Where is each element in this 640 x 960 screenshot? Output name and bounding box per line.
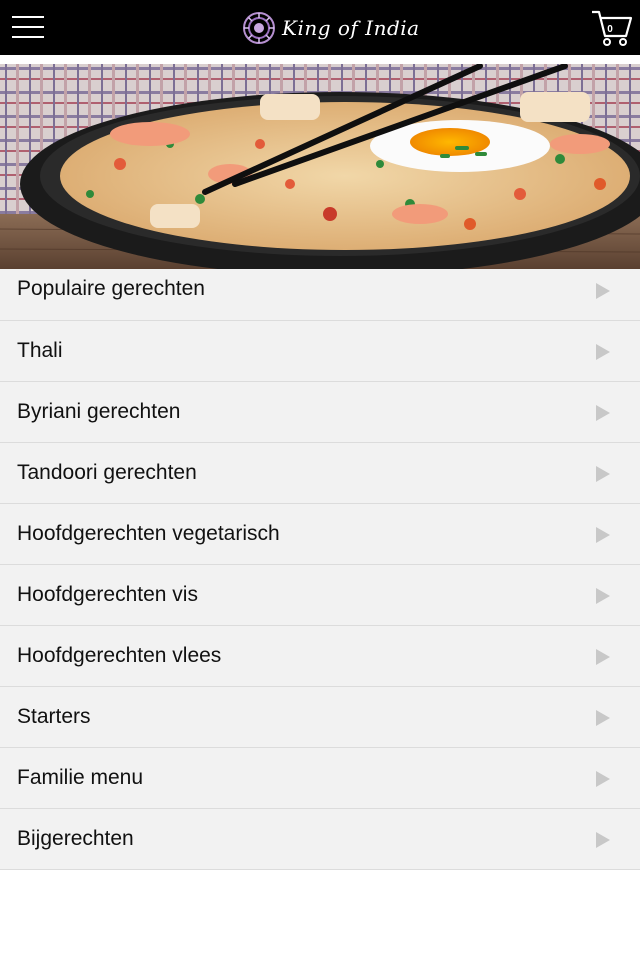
category-item[interactable]: Hoofdgerechten vegetarisch	[0, 504, 640, 565]
category-item[interactable]: Bijgerechten	[0, 809, 640, 870]
category-item[interactable]: Starters	[0, 687, 640, 748]
category-label: Bijgerechten	[17, 827, 134, 850]
category-label: Byriani gerechten	[17, 400, 181, 423]
hamburger-line	[12, 26, 44, 28]
hamburger-line	[12, 36, 44, 38]
chevron-right-icon	[596, 344, 610, 360]
hamburger-line	[12, 16, 44, 18]
chevron-right-icon	[596, 466, 610, 482]
chevron-right-icon	[596, 527, 610, 543]
category-item[interactable]: Populaire gerechten	[0, 269, 640, 321]
category-item[interactable]: Byriani gerechten	[0, 382, 640, 443]
category-item[interactable]: Tandoori gerechten	[0, 443, 640, 504]
hero-image	[0, 64, 640, 269]
category-label: Hoofdgerechten vis	[17, 583, 198, 606]
category-item[interactable]: Hoofdgerechten vlees	[0, 626, 640, 687]
chevron-right-icon	[596, 283, 610, 299]
top-bar: King of India 0	[0, 0, 640, 55]
chevron-right-icon	[596, 832, 610, 848]
category-label: Familie menu	[17, 766, 144, 789]
category-label: Hoofdgerechten vlees	[17, 644, 222, 667]
category-item[interactable]: Thali	[0, 321, 640, 382]
cart-count: 0	[607, 24, 613, 35]
hamburger-menu-button[interactable]	[12, 14, 44, 40]
chevron-right-icon	[596, 588, 610, 604]
category-label: Hoofdgerechten vegetarisch	[17, 522, 280, 545]
brand-name: King of India	[282, 16, 420, 40]
category-item[interactable]: Familie menu	[0, 748, 640, 809]
chevron-right-icon	[596, 771, 610, 787]
cart-button[interactable]: 0	[590, 8, 634, 48]
category-label: Tandoori gerechten	[17, 461, 197, 484]
chevron-right-icon	[596, 649, 610, 665]
chevron-right-icon	[596, 710, 610, 726]
category-list: Populaire gerechten Thali Byriani gerech…	[0, 269, 640, 870]
category-label: Thali	[17, 339, 63, 362]
category-label: Populaire gerechten	[17, 277, 205, 300]
brand-logo[interactable]: King of India	[242, 10, 420, 46]
category-label: Starters	[17, 705, 91, 728]
lotus-mandala-icon	[243, 12, 275, 44]
category-item[interactable]: Hoofdgerechten vis	[0, 565, 640, 626]
fried-rice-image	[0, 64, 640, 269]
chevron-right-icon	[596, 405, 610, 421]
